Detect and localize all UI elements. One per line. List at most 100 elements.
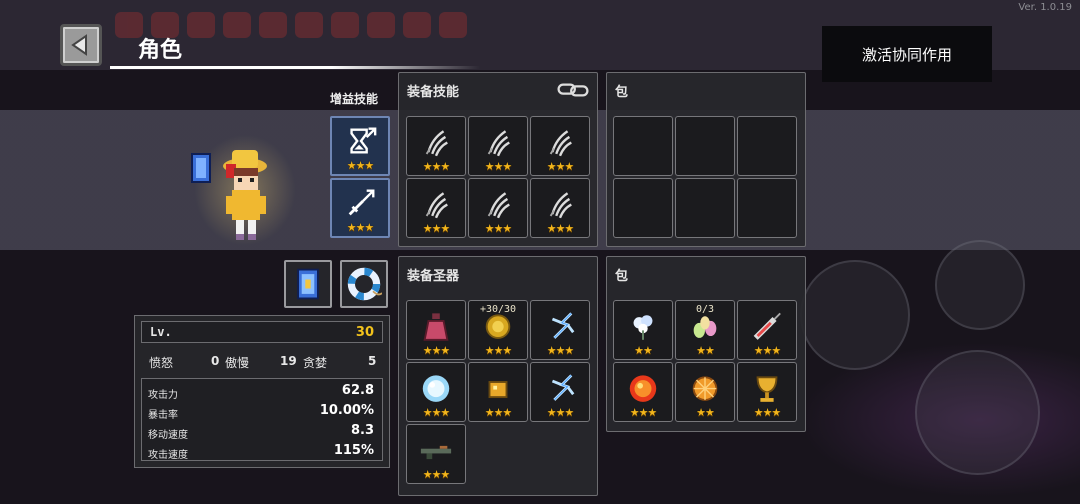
- star-rating: ★★: [634, 344, 653, 357]
- sin-stats-row: 愤怒 0 傲慢 19 贪婪 5: [147, 354, 377, 372]
- claw-skill-icon: [487, 130, 510, 157]
- attribute-row: 攻击速度 115%: [148, 443, 374, 461]
- star-rating: ★★★: [422, 222, 451, 235]
- hourglass-arrow-icon: [350, 127, 377, 154]
- star-rating: ★★: [696, 344, 715, 357]
- attribute-value: 10.00%: [319, 403, 374, 418]
- empty-slot[interactable]: [675, 116, 735, 176]
- claw-skill-icon: [549, 192, 572, 219]
- attribute-value: 8.3: [350, 423, 374, 438]
- attribute-row: 攻击力 62.8: [148, 383, 374, 401]
- activate-synergy-button[interactable]: 激活协同作用: [822, 26, 992, 82]
- claw-skill-icon: [425, 192, 448, 219]
- attribute-list: 攻击力 62.8 暴击率 10.00% 移动速度 8.3 攻击速度 115%: [141, 378, 383, 461]
- sin-value: 5: [368, 354, 377, 368]
- item-slot[interactable]: ★★: [613, 300, 673, 360]
- lifebuoy-icon: [347, 267, 382, 301]
- item-slot[interactable]: ★★★: [468, 116, 528, 176]
- attribute-name: 暴击率: [148, 410, 178, 421]
- star-rating: ★★★: [346, 221, 375, 234]
- claw-skill-icon: [549, 130, 572, 157]
- claw-skill-icon: [487, 192, 510, 219]
- syringe-icon: [753, 312, 781, 340]
- ice-crystal-icon: [422, 375, 450, 402]
- item-slot[interactable]: ★★★: [737, 300, 797, 360]
- item-slot[interactable]: ★★★: [613, 362, 673, 422]
- item-slot[interactable]: ★★★: [468, 178, 528, 238]
- star-rating: ★★★: [484, 344, 513, 357]
- item-counter: 0/3: [695, 304, 715, 315]
- star-rating: ★★★: [422, 468, 451, 481]
- attribute-value: 115%: [333, 443, 374, 458]
- equipped-relics-title: 装备圣器: [407, 269, 460, 284]
- star-rating: ★★★: [629, 406, 658, 419]
- buff-skills-label: 增益技能: [330, 92, 379, 106]
- background-attack-button: [915, 350, 1040, 475]
- skill-bag-title: 包: [615, 85, 629, 100]
- star-rating: ★★★: [546, 160, 575, 173]
- equipment-slot[interactable]: [340, 260, 388, 308]
- background-skill-button: [935, 240, 1025, 330]
- item-slot[interactable]: ★★★: [530, 178, 590, 238]
- rifle-icon: [420, 445, 452, 460]
- item-slot[interactable]: +30/30 ★★★: [468, 300, 528, 360]
- empty-slot[interactable]: [737, 178, 797, 238]
- attribute-value: 62.8: [341, 383, 374, 398]
- attribute-name: 攻击速度: [148, 450, 188, 461]
- attribute-row: 移动速度 8.3: [148, 423, 374, 441]
- sin-name: 贪婪: [303, 356, 328, 370]
- item-slot[interactable]: 0/3 ★★: [675, 300, 735, 360]
- level-label: Lv.: [150, 325, 172, 339]
- item-slot[interactable]: ★★★: [406, 300, 466, 360]
- level-value: 30: [355, 325, 374, 340]
- star-rating: ★★: [696, 406, 715, 419]
- item-slot[interactable]: ★★★: [468, 362, 528, 422]
- chain-link-icon[interactable]: [555, 81, 591, 99]
- star-rating: ★★★: [484, 160, 513, 173]
- item-slot[interactable]: ★★★: [530, 362, 590, 422]
- fire-orb-icon: [629, 375, 657, 402]
- item-slot[interactable]: ★★★: [406, 178, 466, 238]
- golden-chalice-icon: [756, 376, 778, 402]
- orange-slice-icon: [692, 376, 718, 401]
- triangle-left-icon: [71, 34, 87, 56]
- empty-slot[interactable]: [675, 178, 735, 238]
- background-joystick-ring: [800, 260, 910, 370]
- item-slot[interactable]: ★★★: [406, 362, 466, 422]
- star-rating: ★★★: [753, 406, 782, 419]
- item-slot[interactable]: ★★: [675, 362, 735, 422]
- buff-skill-slot[interactable]: ★★★: [330, 178, 390, 238]
- gold-cube-icon: [488, 381, 508, 399]
- page-title: 角色: [138, 38, 183, 63]
- empty-slot[interactable]: [613, 116, 673, 176]
- flower-icon: [633, 315, 653, 340]
- sin-name: 傲慢: [225, 356, 250, 370]
- item-slot[interactable]: ★★★: [530, 116, 590, 176]
- star-rating: ★★★: [346, 159, 375, 172]
- star-rating: ★★★: [484, 406, 513, 419]
- empty-slot[interactable]: [737, 116, 797, 176]
- item-counter: +30/30: [479, 304, 517, 315]
- item-slot[interactable]: ★★★: [406, 116, 466, 176]
- star-rating: ★★★: [753, 344, 782, 357]
- sin-value: 19: [280, 354, 297, 368]
- star-rating: ★★★: [546, 222, 575, 235]
- title-underline: [110, 66, 480, 69]
- buff-skill-slot[interactable]: ★★★: [330, 116, 390, 176]
- spellbook-icon: [297, 268, 319, 300]
- sword-arrow-icon: [348, 189, 375, 216]
- relic-bag-title: 包: [615, 269, 629, 284]
- empty-slot[interactable]: [613, 178, 673, 238]
- star-rating: ★★★: [484, 222, 513, 235]
- back-button[interactable]: [60, 24, 102, 66]
- attribute-name: 攻击力: [148, 390, 178, 401]
- attribute-row: 暴击率 10.00%: [148, 403, 374, 421]
- star-rating: ★★★: [422, 160, 451, 173]
- item-slot[interactable]: ★★★: [406, 424, 466, 484]
- hero-character: [191, 150, 267, 240]
- equipment-slot[interactable]: [284, 260, 332, 308]
- item-slot[interactable]: ★★★: [737, 362, 797, 422]
- lightning-icon: [551, 374, 575, 401]
- item-slot[interactable]: ★★★: [530, 300, 590, 360]
- attribute-name: 移动速度: [148, 430, 188, 441]
